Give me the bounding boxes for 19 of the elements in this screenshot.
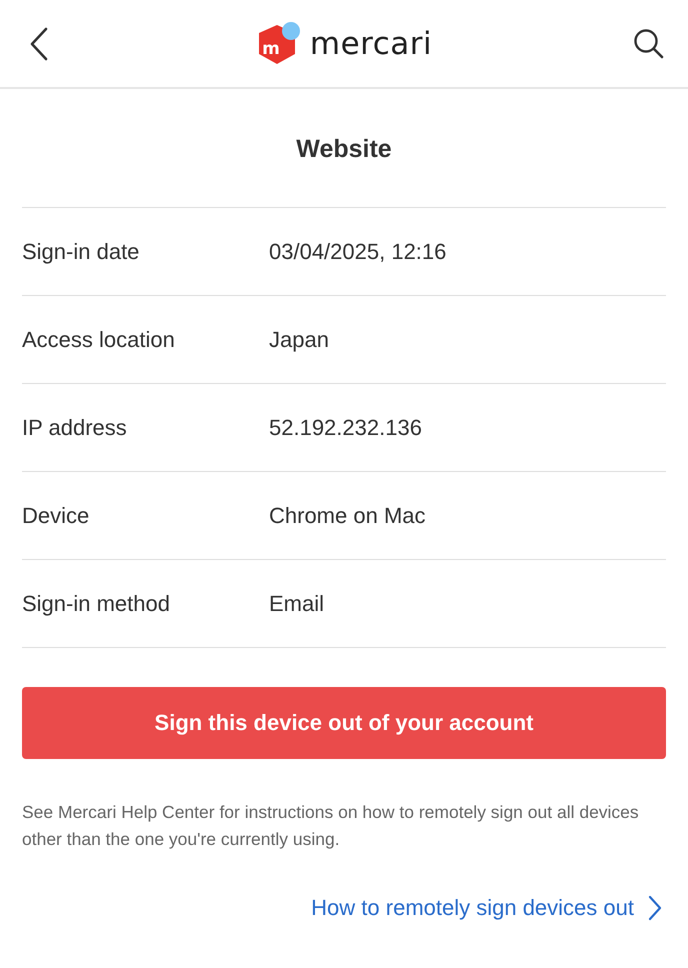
back-icon <box>29 26 49 60</box>
help-link[interactable]: How to remotely sign devices out <box>311 895 662 921</box>
detail-value: Chrome on Mac <box>269 502 426 528</box>
detail-label: IP address <box>22 414 128 440</box>
page-title: Website <box>295 134 393 165</box>
search-icon <box>632 28 665 60</box>
detail-value: 03/04/2025, 12:16 <box>269 238 446 264</box>
detail-label: Sign-in method <box>22 590 171 616</box>
chevron-right-icon <box>648 895 662 921</box>
search-button[interactable] <box>632 26 666 60</box>
logo-text: mercari <box>310 26 432 62</box>
help-note: See Mercari Help Center for instructions on how to remotely sign out all devices other than the one you're currently using. <box>22 801 640 851</box>
detail-label: Access location <box>22 326 176 352</box>
detail-value: Japan <box>269 326 329 352</box>
detail-value: Email <box>269 590 324 616</box>
sign-out-button[interactable]: Sign this device out of your account <box>22 687 666 759</box>
detail-value: 52.192.232.136 <box>269 414 422 440</box>
detail-label: Sign-in date <box>22 238 140 264</box>
detail-label: Device <box>22 502 90 528</box>
